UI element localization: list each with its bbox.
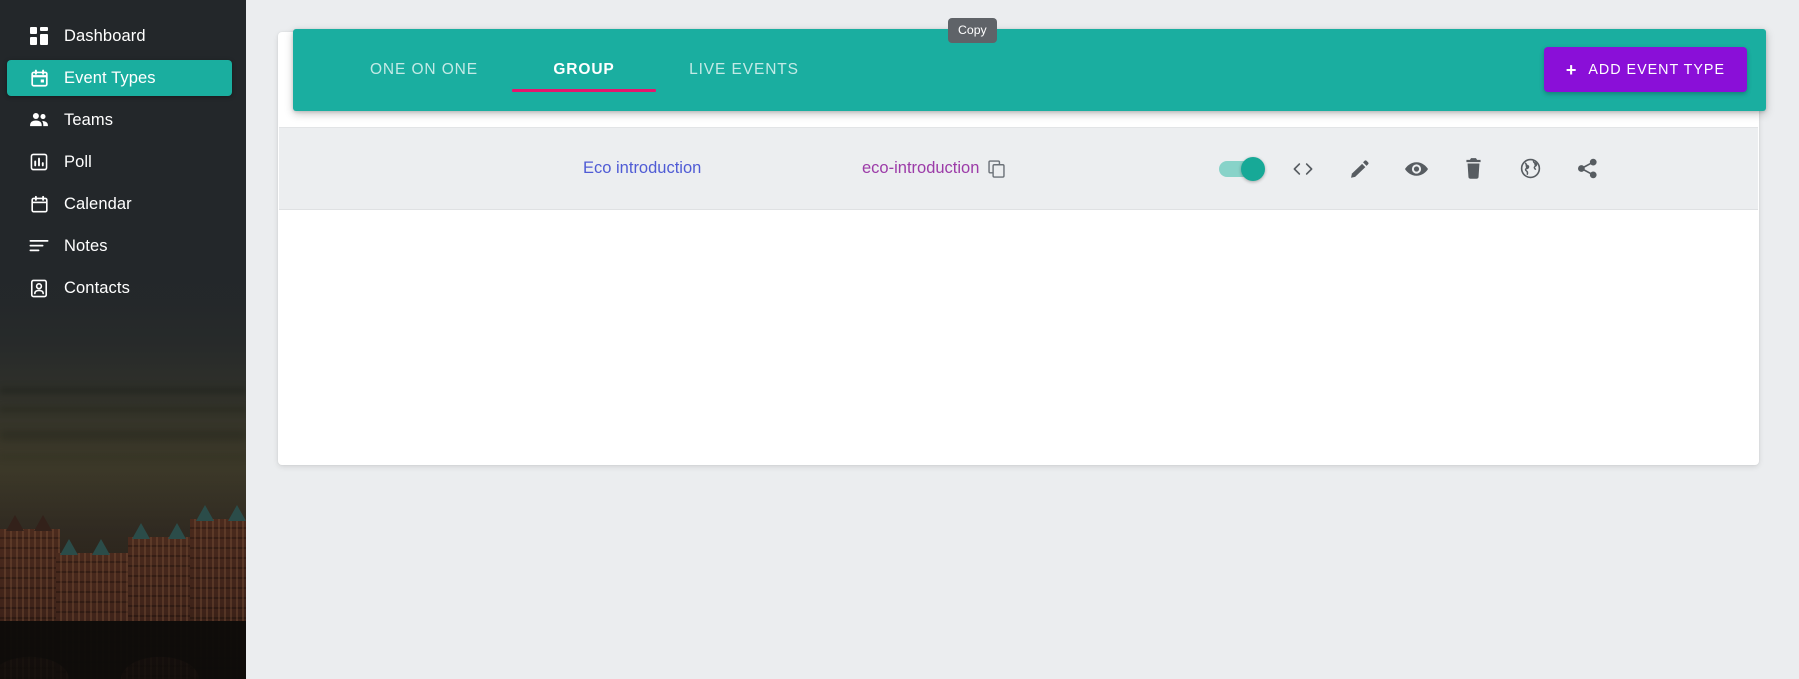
sidebar-item-event-types[interactable]: Event Types — [7, 60, 232, 96]
sidebar-item-calendar[interactable]: Calendar — [7, 186, 232, 222]
add-event-type-label: ADD EVENT TYPE — [1588, 61, 1725, 78]
sidebar-item-dashboard[interactable]: Dashboard — [7, 18, 232, 54]
add-event-type-button[interactable]: + ADD EVENT TYPE — [1543, 47, 1747, 92]
row-actions — [1219, 149, 1616, 189]
sidebar: Dashboard Event Types Teams Poll Calenda… — [0, 0, 246, 679]
tab-live-events[interactable]: LIVE EVENTS — [664, 29, 824, 111]
toggle-thumb — [1241, 156, 1265, 181]
preview-eye-icon[interactable] — [1388, 149, 1445, 189]
delete-trash-icon[interactable] — [1445, 149, 1502, 189]
sidebar-nav: Dashboard Event Types Teams Poll Calenda… — [0, 0, 246, 312]
calendar-icon — [28, 193, 50, 215]
event-type-slug-group: eco-introduction — [862, 159, 1006, 178]
sidebar-item-notes[interactable]: Notes — [7, 228, 232, 264]
tab-one-on-one[interactable]: ONE ON ONE — [344, 29, 504, 111]
tab-list: ONE ON ONE GROUP LIVE EVENTS — [344, 29, 824, 111]
edit-pencil-icon[interactable] — [1331, 149, 1388, 189]
plus-icon: + — [1565, 59, 1578, 80]
sidebar-item-teams[interactable]: Teams — [7, 102, 232, 138]
globe-icon[interactable] — [1502, 149, 1559, 189]
notes-icon — [28, 235, 50, 257]
sidebar-item-label: Poll — [64, 152, 92, 171]
tab-group[interactable]: GROUP — [504, 29, 664, 111]
event-type-slug[interactable]: eco-introduction — [862, 159, 979, 178]
sidebar-item-contacts[interactable]: Contacts — [7, 270, 232, 306]
bar-chart-icon — [28, 151, 50, 173]
sidebar-item-label: Contacts — [64, 278, 130, 297]
copy-tooltip: Copy — [948, 18, 997, 43]
event-type-row: Eco introduction eco-introduction — [279, 127, 1758, 210]
sidebar-item-label: Notes — [64, 236, 108, 255]
event-types-topbar: ONE ON ONE GROUP LIVE EVENTS + ADD EVENT… — [293, 29, 1766, 111]
dashboard-icon — [28, 25, 50, 47]
sidebar-item-label: Teams — [64, 110, 114, 129]
tab-label: GROUP — [553, 61, 615, 78]
embed-code-icon[interactable] — [1274, 149, 1331, 189]
sidebar-item-poll[interactable]: Poll — [7, 144, 232, 180]
sidebar-item-label: Dashboard — [64, 26, 146, 45]
copy-icon[interactable] — [988, 159, 1006, 178]
share-icon[interactable] — [1559, 149, 1616, 189]
tab-label: LIVE EVENTS — [689, 61, 799, 78]
sidebar-item-label: Calendar — [64, 194, 132, 213]
calendar-event-icon — [28, 67, 50, 89]
sidebar-item-label: Event Types — [64, 68, 156, 87]
people-icon — [28, 109, 50, 131]
tab-label: ONE ON ONE — [369, 61, 479, 78]
contact-card-icon — [28, 277, 50, 299]
event-type-title[interactable]: Eco introduction — [583, 159, 701, 178]
main-content: Eco introduction eco-introduction ONE ON… — [246, 0, 1799, 679]
enabled-toggle[interactable] — [1219, 156, 1269, 181]
sidebar-background-photo — [0, 279, 246, 679]
